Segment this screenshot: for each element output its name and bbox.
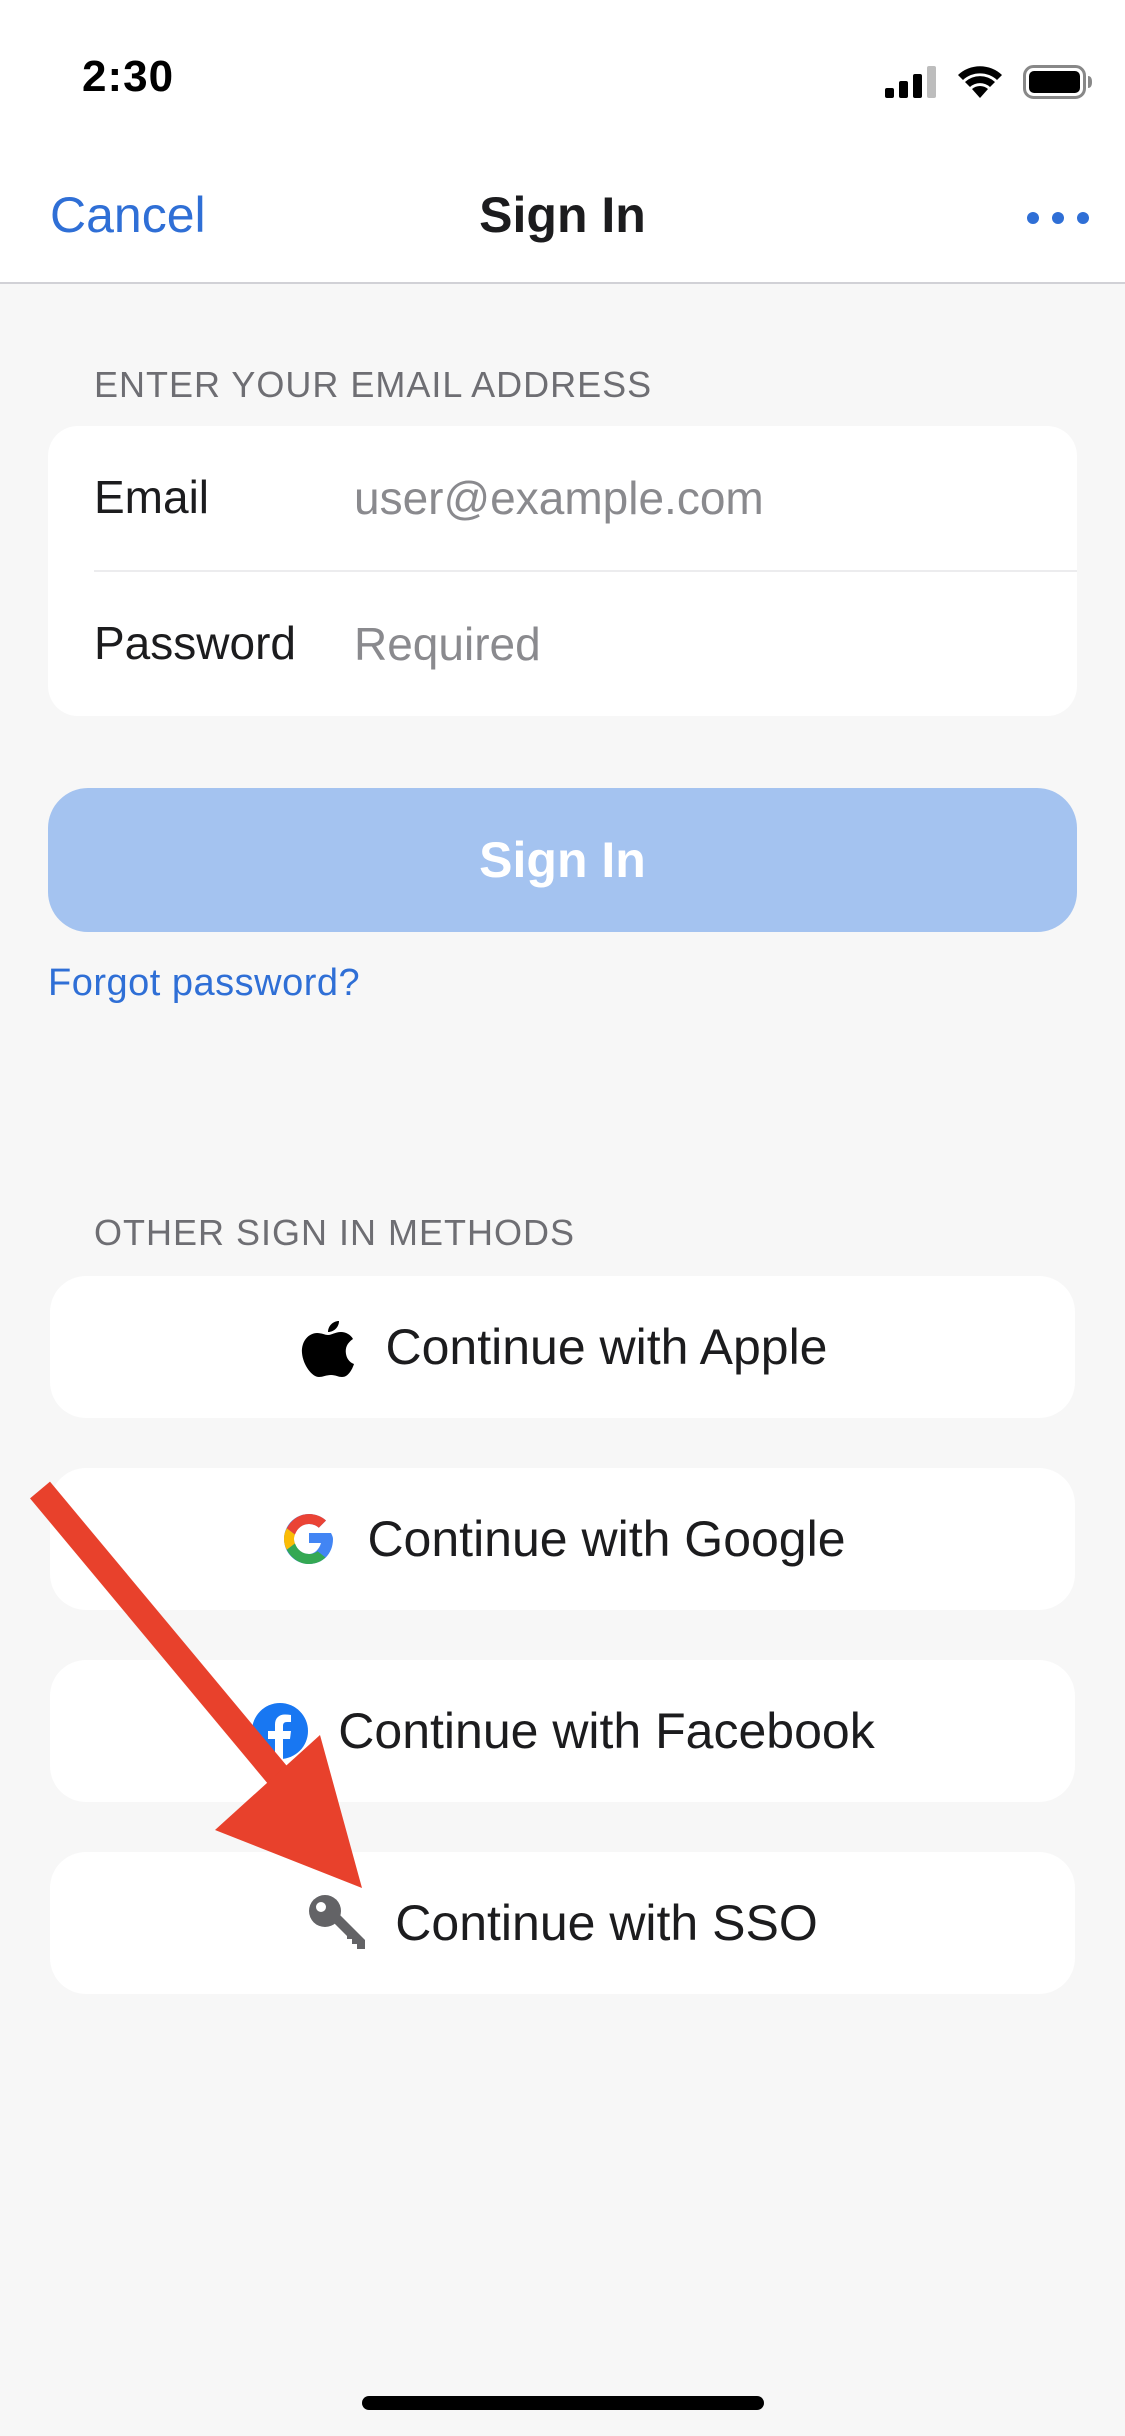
nav-bar: Cancel Sign In — [0, 160, 1125, 284]
google-button-label: Continue with Google — [367, 1511, 846, 1567]
ellipsis-dot — [1027, 212, 1039, 224]
password-field[interactable] — [344, 602, 1064, 686]
ellipsis-icon[interactable] — [1027, 212, 1089, 226]
status-icons — [885, 62, 1093, 102]
email-row: Email — [48, 426, 1077, 572]
other-methods-header: OTHER SIGN IN METHODS — [94, 1212, 576, 1253]
apple-button-label: Continue with Apple — [385, 1319, 828, 1375]
continue-with-apple-button[interactable]: Continue with Apple — [50, 1276, 1075, 1418]
password-row: Password — [48, 572, 1077, 716]
continue-with-google-button[interactable]: Continue with Google — [50, 1468, 1075, 1610]
battery-icon — [1023, 65, 1092, 99]
sso-button-label: Continue with SSO — [395, 1895, 818, 1951]
home-indicator[interactable] — [362, 2396, 764, 2410]
forgot-password-link[interactable]: Forgot password? — [48, 962, 360, 1005]
wifi-icon — [958, 66, 1002, 98]
key-icon — [307, 1893, 367, 1953]
sign-in-button[interactable]: Sign In — [48, 788, 1077, 932]
continue-with-sso-button[interactable]: Continue with SSO — [50, 1852, 1075, 1994]
facebook-icon — [250, 1701, 310, 1761]
status-bar: 2:30 — [0, 0, 1125, 160]
email-label: Email — [94, 471, 210, 523]
cellular-signal-icon — [885, 66, 936, 98]
google-icon — [279, 1509, 339, 1569]
credentials-form: Email Password — [48, 426, 1077, 716]
ellipsis-dot — [1052, 212, 1064, 224]
ellipsis-dot — [1077, 212, 1089, 224]
status-time: 2:30 — [82, 52, 175, 101]
continue-with-facebook-button[interactable]: Continue with Facebook — [50, 1660, 1075, 1802]
apple-icon — [298, 1317, 358, 1377]
page-title: Sign In — [479, 187, 646, 243]
email-field[interactable] — [344, 456, 1064, 540]
password-label: Password — [94, 617, 296, 669]
facebook-button-label: Continue with Facebook — [338, 1703, 875, 1759]
email-section-header: ENTER YOUR EMAIL ADDRESS — [94, 364, 653, 405]
